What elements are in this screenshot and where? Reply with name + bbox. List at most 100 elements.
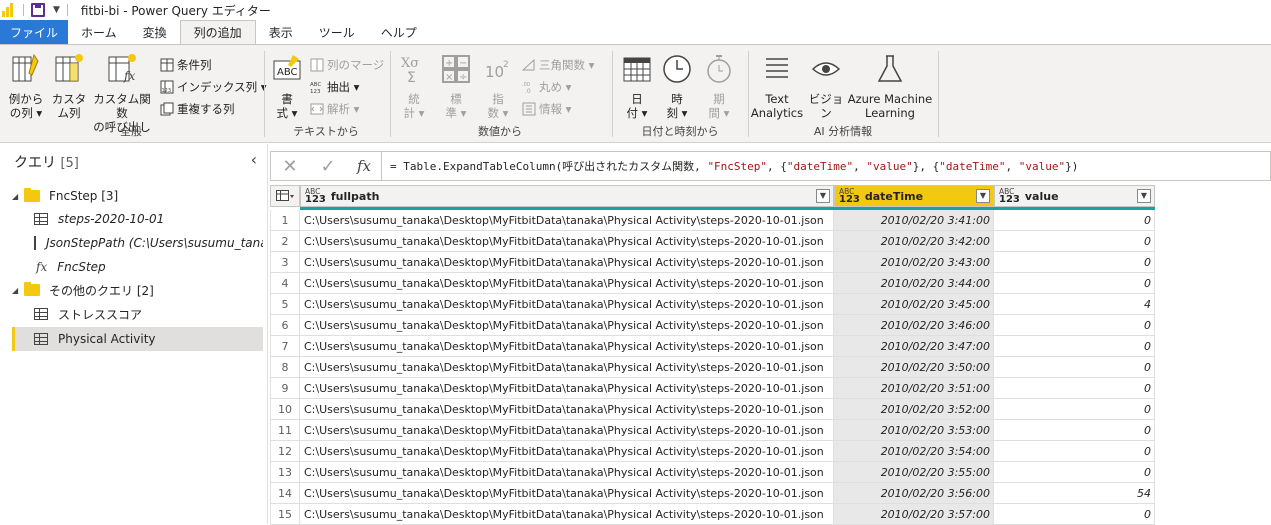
row-number[interactable]: 2	[270, 231, 300, 252]
row-number[interactable]: 12	[270, 441, 300, 462]
row-number[interactable]: 1	[270, 210, 300, 231]
column-header-datetime[interactable]: ABC 123 dateTime ▼	[834, 185, 994, 207]
query-item-stress-score[interactable]: ストレススコア	[12, 302, 263, 326]
duration-button[interactable]: 期 間 ▾	[702, 53, 736, 120]
formula-input[interactable]: = Table.ExpandTableColumn(呼び出されたカスタム関数, …	[390, 158, 1078, 174]
rounding-button[interactable]: .00.0 丸め ▾	[522, 78, 571, 96]
cell-datetime[interactable]: 2010/02/20 3:56:00	[834, 483, 994, 504]
column-filter-dropdown-icon[interactable]: ▼	[816, 189, 830, 203]
cell-datetime[interactable]: 2010/02/20 3:54:00	[834, 441, 994, 462]
query-group-other[interactable]: ◢ その他のクエリ [2]	[12, 278, 263, 302]
cell-value[interactable]: 0	[994, 273, 1155, 294]
table-row[interactable]: 1 C:\Users\susumu_tanaka\Desktop\MyFitbit…	[270, 210, 1155, 231]
table-row[interactable]: 12 C:\Users\susumu_tanaka\Desktop\MyFitbi…	[270, 441, 1155, 462]
row-number[interactable]: 5	[270, 294, 300, 315]
cell-value[interactable]: 0	[994, 420, 1155, 441]
trigonometry-button[interactable]: 三角関数 ▾	[522, 56, 594, 74]
information-button[interactable]: 情報 ▾	[522, 100, 571, 118]
cell-datetime[interactable]: 2010/02/20 3:43:00	[834, 252, 994, 273]
cell-value[interactable]: 0	[994, 315, 1155, 336]
cell-fullpath[interactable]: C:\Users\susumu_tanaka\Desktop\MyFitbitD…	[300, 294, 834, 315]
cell-value[interactable]: 0	[994, 336, 1155, 357]
cell-fullpath[interactable]: C:\Users\susumu_tanaka\Desktop\MyFitbitD…	[300, 336, 834, 357]
cell-fullpath[interactable]: C:\Users\susumu_tanaka\Desktop\MyFitbitD…	[300, 462, 834, 483]
conditional-column-button[interactable]: 条件列	[160, 56, 212, 74]
tab-add-column[interactable]: 列の追加	[179, 20, 256, 44]
table-row[interactable]: 4 C:\Users\susumu_tanaka\Desktop\MyFitbit…	[270, 273, 1155, 294]
tab-file[interactable]: ファイル	[0, 20, 69, 44]
table-row[interactable]: 5 C:\Users\susumu_tanaka\Desktop\MyFitbit…	[270, 294, 1155, 315]
cell-value[interactable]: 54	[994, 483, 1155, 504]
cell-value[interactable]: 0	[994, 399, 1155, 420]
type-any-icon[interactable]: ABC 123	[999, 188, 1020, 205]
query-item-physical-activity[interactable]: Physical Activity	[12, 327, 263, 351]
parse-button[interactable]: 解析 ▾	[310, 100, 359, 118]
cell-datetime[interactable]: 2010/02/20 3:57:00	[834, 504, 994, 525]
cell-datetime[interactable]: 2010/02/20 3:41:00	[834, 210, 994, 231]
cell-value[interactable]: 0	[994, 378, 1155, 399]
table-row[interactable]: 3 C:\Users\susumu_tanaka\Desktop\MyFitbit…	[270, 252, 1155, 273]
row-number[interactable]: 7	[270, 336, 300, 357]
extract-button[interactable]: ABC 123 抽出 ▾	[310, 78, 359, 96]
cell-datetime[interactable]: 2010/02/20 3:53:00	[834, 420, 994, 441]
cell-value[interactable]: 0	[994, 441, 1155, 462]
collapse-triangle-icon[interactable]: ◢	[12, 192, 24, 201]
cell-fullpath[interactable]: C:\Users\susumu_tanaka\Desktop\MyFitbitD…	[300, 315, 834, 336]
cell-fullpath[interactable]: C:\Users\susumu_tanaka\Desktop\MyFitbitD…	[300, 210, 834, 231]
tab-view[interactable]: 表示	[256, 20, 306, 44]
row-number[interactable]: 6	[270, 315, 300, 336]
cell-fullpath[interactable]: C:\Users\susumu_tanaka\Desktop\MyFitbitD…	[300, 504, 834, 525]
scientific-button[interactable]: 10 2 指 数 ▾	[482, 53, 514, 120]
row-number[interactable]: 10	[270, 399, 300, 420]
tab-transform[interactable]: 変換	[130, 20, 180, 44]
row-number[interactable]: 8	[270, 357, 300, 378]
table-row[interactable]: 2 C:\Users\susumu_tanaka\Desktop\MyFitbit…	[270, 231, 1155, 252]
column-header-value[interactable]: ABC 123 value ▼	[994, 185, 1155, 207]
cell-value[interactable]: 0	[994, 357, 1155, 378]
cell-fullpath[interactable]: C:\Users\susumu_tanaka\Desktop\MyFitbitD…	[300, 483, 834, 504]
query-item-fncstep[interactable]: fx FncStep	[12, 255, 263, 279]
cell-fullpath[interactable]: C:\Users\susumu_tanaka\Desktop\MyFitbitD…	[300, 357, 834, 378]
format-button[interactable]: ABC 書 式 ▾	[270, 53, 304, 120]
table-menu-button[interactable]	[270, 185, 300, 207]
fx-icon[interactable]: fx	[347, 157, 381, 175]
cell-value[interactable]: 0	[994, 252, 1155, 273]
cell-fullpath[interactable]: C:\Users\susumu_tanaka\Desktop\MyFitbitD…	[300, 231, 834, 252]
row-number[interactable]: 13	[270, 462, 300, 483]
column-filter-dropdown-icon[interactable]: ▼	[1137, 189, 1151, 203]
row-number[interactable]: 14	[270, 483, 300, 504]
table-row[interactable]: 6 C:\Users\susumu_tanaka\Desktop\MyFitbit…	[270, 315, 1155, 336]
cell-datetime[interactable]: 2010/02/20 3:50:00	[834, 357, 994, 378]
row-number[interactable]: 15	[270, 504, 300, 525]
vision-button[interactable]: ビジョ ン	[808, 53, 844, 120]
cell-fullpath[interactable]: C:\Users\susumu_tanaka\Desktop\MyFitbitD…	[300, 252, 834, 273]
query-item-jsonsteppath[interactable]: JsonStepPath (C:\Users\susumu_tanaka	[12, 231, 263, 255]
cancel-formula-icon[interactable]: ✕	[271, 156, 309, 177]
cell-datetime[interactable]: 2010/02/20 3:55:00	[834, 462, 994, 483]
cell-fullpath[interactable]: C:\Users\susumu_tanaka\Desktop\MyFitbitD…	[300, 441, 834, 462]
table-row[interactable]: 10 C:\Users\susumu_tanaka\Desktop\MyFitbi…	[270, 399, 1155, 420]
cell-datetime[interactable]: 2010/02/20 3:47:00	[834, 336, 994, 357]
row-number[interactable]: 4	[270, 273, 300, 294]
table-row[interactable]: 8 C:\Users\susumu_tanaka\Desktop\MyFitbit…	[270, 357, 1155, 378]
save-icon[interactable]	[31, 3, 45, 17]
table-row[interactable]: 15 C:\Users\susumu_tanaka\Desktop\MyFitbi…	[270, 504, 1155, 525]
table-row[interactable]: 11 C:\Users\susumu_tanaka\Desktop\MyFitbi…	[270, 420, 1155, 441]
standard-button[interactable]: + − × ÷ 標 準 ▾	[440, 53, 472, 120]
time-button[interactable]: 時 刻 ▾	[660, 53, 694, 120]
query-item-steps[interactable]: steps-2020-10-01	[12, 207, 263, 231]
table-row[interactable]: 9 C:\Users\susumu_tanaka\Desktop\MyFitbit…	[270, 378, 1155, 399]
date-button[interactable]: 日 付 ▾	[618, 53, 656, 120]
column-from-examples-button[interactable]: 例から の列 ▾	[6, 53, 46, 120]
cell-datetime[interactable]: 2010/02/20 3:42:00	[834, 231, 994, 252]
merge-columns-button[interactable]: 列のマージ	[310, 56, 384, 74]
custom-column-button[interactable]: カスタ ム列	[50, 53, 88, 120]
collapse-pane-icon[interactable]: ‹	[251, 150, 257, 169]
commit-formula-icon[interactable]: ✓	[309, 156, 347, 177]
statistics-button[interactable]: Xσ Σ 統 計 ▾	[398, 53, 430, 120]
cell-fullpath[interactable]: C:\Users\susumu_tanaka\Desktop\MyFitbitD…	[300, 378, 834, 399]
cell-datetime[interactable]: 2010/02/20 3:51:00	[834, 378, 994, 399]
cell-datetime[interactable]: 2010/02/20 3:52:00	[834, 399, 994, 420]
column-header-fullpath[interactable]: ABC 123 fullpath ▼	[300, 185, 834, 207]
text-analytics-button[interactable]: Text Analytics	[750, 53, 804, 120]
